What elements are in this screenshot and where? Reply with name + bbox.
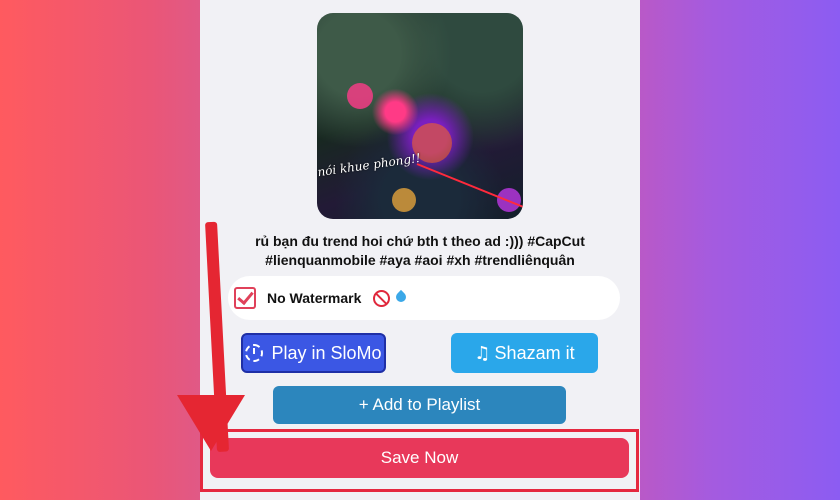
prohibited-icon — [373, 290, 390, 307]
app-screen: nói khue phong!! rủ bạn đu trend hoi chứ… — [200, 0, 640, 500]
save-now-button[interactable]: Save Now — [210, 438, 629, 478]
slow-motion-icon — [245, 344, 264, 362]
play-slomo-button[interactable]: Play in SloMo — [241, 333, 386, 373]
shazam-label: Shazam it — [494, 342, 575, 363]
add-to-playlist-label: + Add to Playlist — [358, 395, 481, 414]
arrow-head-annotation — [177, 395, 245, 451]
video-description: rủ bạn đu trend hoi chứ bth t theo ad :)… — [255, 233, 585, 268]
music-note-icon: ♫ — [474, 342, 491, 364]
video-thumbnail[interactable]: nói khue phong!! — [317, 13, 523, 219]
no-watermark-label: No Watermark — [267, 290, 362, 306]
video-caption: nói khue phong!! — [317, 150, 422, 180]
checkbox-checked-icon[interactable] — [234, 287, 256, 309]
shazam-button[interactable]: ♫ Shazam it — [451, 333, 598, 373]
play-slomo-label: Play in SloMo — [271, 342, 382, 363]
save-now-label: Save Now — [380, 448, 459, 467]
add-to-playlist-button[interactable]: + Add to Playlist — [273, 386, 566, 424]
